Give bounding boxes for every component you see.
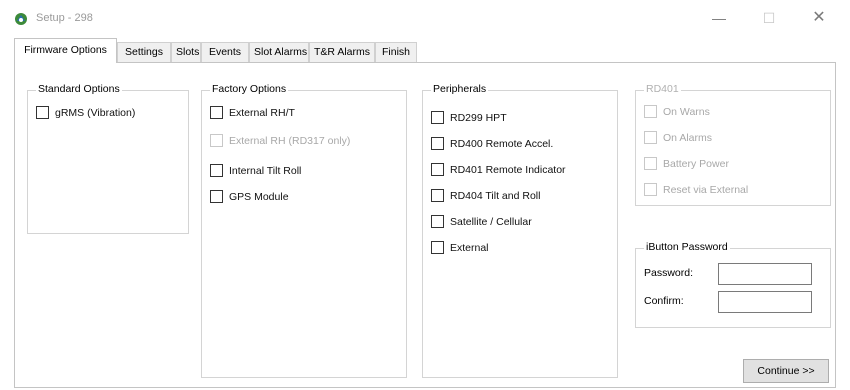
factory-options-group: Factory Options External RH/T External R… xyxy=(201,83,407,378)
checkbox-box[interactable] xyxy=(431,163,444,176)
maximize-button[interactable]: ☐ xyxy=(756,8,782,28)
confirm-input[interactable] xyxy=(718,291,812,313)
ibutton-password-title: iButton Password xyxy=(644,241,730,253)
rd401-title: RD401 xyxy=(644,83,681,95)
checkbox-box[interactable] xyxy=(431,189,444,202)
checkbox-box xyxy=(644,157,657,170)
tab-tr-alarms[interactable]: T&R Alarms xyxy=(309,42,375,62)
checkbox-box[interactable] xyxy=(210,106,223,119)
checkbox-label: Reset via External xyxy=(663,183,749,196)
checkbox-box[interactable] xyxy=(431,137,444,150)
checkbox-grms-vibration[interactable]: gRMS (Vibration) xyxy=(36,106,135,122)
tab-slot-alarms[interactable]: Slot Alarms xyxy=(249,42,309,62)
checkbox-box[interactable] xyxy=(431,111,444,124)
checkbox-external-rh-rd317: External RH (RD317 only) xyxy=(210,134,350,150)
factory-options-title: Factory Options xyxy=(210,83,289,95)
checkbox-label: Battery Power xyxy=(663,157,729,170)
rd401-group: RD401 On Warns On Alarms Battery Power R… xyxy=(635,83,831,206)
tab-slots[interactable]: Slots xyxy=(171,42,201,62)
checkbox-rd401-remote-indicator[interactable]: RD401 Remote Indicator xyxy=(431,163,566,179)
checkbox-label: RD400 Remote Accel. xyxy=(450,137,554,150)
confirm-row: Confirm: xyxy=(644,291,824,313)
password-label: Password: xyxy=(644,267,694,279)
checkbox-on-warns: On Warns xyxy=(644,105,710,121)
checkbox-box xyxy=(644,105,657,118)
checkbox-box[interactable] xyxy=(36,106,49,119)
checkbox-label: RD401 Remote Indicator xyxy=(450,163,566,176)
checkbox-label: RD404 Tilt and Roll xyxy=(450,189,541,202)
checkbox-box xyxy=(210,134,223,147)
window-title: Setup - 298 xyxy=(36,12,93,24)
peripherals-title: Peripherals xyxy=(431,83,489,95)
checkbox-label: External xyxy=(450,241,489,254)
app-icon xyxy=(14,12,28,26)
password-row: Password: xyxy=(644,263,824,285)
checkbox-box[interactable] xyxy=(210,164,223,177)
checkbox-battery-power: Battery Power xyxy=(644,157,729,173)
checkbox-reset-via-external: Reset via External xyxy=(644,183,748,199)
minimize-button[interactable]: — xyxy=(706,8,732,28)
checkbox-box xyxy=(644,183,657,196)
checkbox-external-rh-t[interactable]: External RH/T xyxy=(210,106,295,122)
checkbox-gps-module[interactable]: GPS Module xyxy=(210,190,289,206)
standard-options-title: Standard Options xyxy=(36,83,122,95)
checkbox-label: On Warns xyxy=(663,105,710,118)
checkbox-rd400-remote-accel[interactable]: RD400 Remote Accel. xyxy=(431,137,553,153)
checkbox-internal-tilt-roll[interactable]: Internal Tilt Roll xyxy=(210,164,301,180)
checkbox-label: gRMS (Vibration) xyxy=(55,106,136,119)
checkbox-box[interactable] xyxy=(431,215,444,228)
checkbox-label: On Alarms xyxy=(663,131,713,144)
checkbox-label: External RH/T xyxy=(229,106,295,119)
ibutton-password-group: iButton Password Password: Confirm: xyxy=(635,241,831,328)
checkbox-box xyxy=(644,131,657,144)
checkbox-label: Satellite / Cellular xyxy=(450,215,532,228)
tab-events[interactable]: Events xyxy=(201,42,249,62)
checkbox-label: RD299 HPT xyxy=(450,111,507,124)
tab-finish[interactable]: Finish xyxy=(375,42,417,62)
tab-strip: Firmware Options Settings Slots Events S… xyxy=(14,38,836,63)
close-button[interactable]: ✕ xyxy=(806,8,832,28)
checkbox-label: External RH (RD317 only) xyxy=(229,134,351,147)
password-input[interactable] xyxy=(718,263,812,285)
tab-settings[interactable]: Settings xyxy=(117,42,171,62)
checkbox-external[interactable]: External xyxy=(431,241,489,257)
standard-options-group: Standard Options gRMS (Vibration) xyxy=(27,83,189,234)
checkbox-on-alarms: On Alarms xyxy=(644,131,712,147)
confirm-label: Confirm: xyxy=(644,295,684,307)
checkbox-satellite-cellular[interactable]: Satellite / Cellular xyxy=(431,215,532,231)
peripherals-group: Peripherals RD299 HPT RD400 Remote Accel… xyxy=(422,83,618,378)
checkbox-rd299-hpt[interactable]: RD299 HPT xyxy=(431,111,507,127)
title-bar: Setup - 298 — ☐ ✕ xyxy=(0,0,850,36)
checkbox-box[interactable] xyxy=(210,190,223,203)
checkbox-rd404-tilt-roll[interactable]: RD404 Tilt and Roll xyxy=(431,189,540,205)
continue-button[interactable]: Continue >> xyxy=(743,359,829,383)
checkbox-box[interactable] xyxy=(431,241,444,254)
firmware-options-panel: Standard Options gRMS (Vibration) Factor… xyxy=(14,62,836,388)
tab-firmware-options[interactable]: Firmware Options xyxy=(14,38,117,63)
checkbox-label: Internal Tilt Roll xyxy=(229,164,302,177)
checkbox-label: GPS Module xyxy=(229,190,289,203)
